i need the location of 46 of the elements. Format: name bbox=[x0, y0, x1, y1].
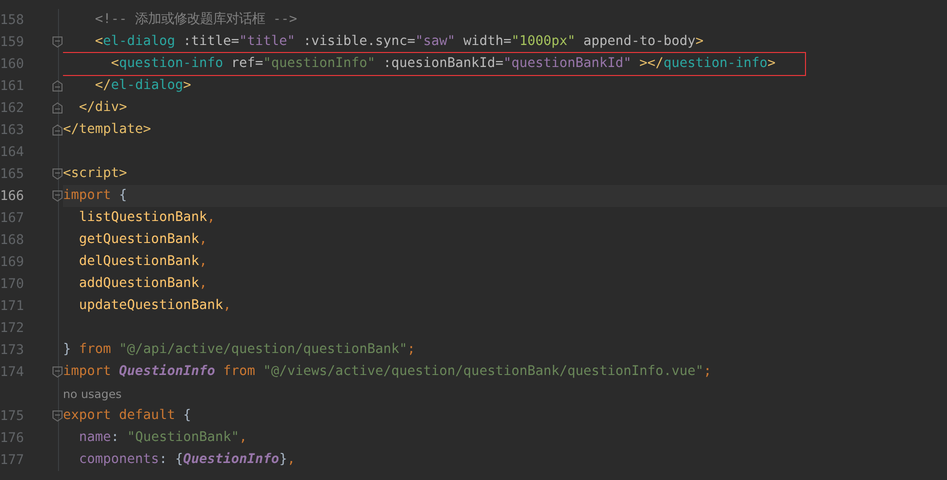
code-line: name: "QuestionBank", bbox=[78, 429, 248, 447]
line-number: 164 bbox=[0, 144, 24, 160]
code-line: </div> bbox=[78, 99, 128, 117]
line-number: 172 bbox=[0, 320, 24, 336]
fold-icon[interactable] bbox=[52, 410, 63, 422]
line-number: 165 bbox=[0, 166, 24, 182]
code-line: components: {QuestionInfo}, bbox=[78, 451, 296, 469]
line-number: 174 bbox=[0, 364, 24, 380]
line-number: 177 bbox=[0, 452, 24, 468]
code-line: </template> bbox=[63, 121, 152, 139]
fold-icon[interactable] bbox=[52, 168, 63, 180]
usage-hint: no usages bbox=[63, 387, 122, 401]
line-number: 167 bbox=[0, 210, 24, 226]
code-line: import QuestionInfo from "@/views/active/question/questionBank/questionInfo.vue"; bbox=[63, 363, 712, 381]
code-line: </el-dialog> bbox=[94, 77, 192, 95]
code-line: getQuestionBank, bbox=[78, 231, 208, 249]
code-line: <el-dialog :title="title" :visible.sync="saw" width="1000px" append-to-body> bbox=[94, 33, 704, 51]
code-line: <script> bbox=[63, 165, 128, 183]
line-number: 173 bbox=[0, 342, 24, 358]
code-line: import { bbox=[63, 187, 128, 205]
line-number: 158 bbox=[0, 12, 24, 28]
line-number: 170 bbox=[0, 276, 24, 292]
line-number: 168 bbox=[0, 232, 24, 248]
code-line: listQuestionBank, bbox=[78, 209, 216, 227]
code-line: updateQuestionBank, bbox=[78, 297, 232, 315]
fold-icon[interactable] bbox=[52, 36, 63, 48]
code-line: } from "@/api/active/question/questionBank"; bbox=[63, 341, 416, 359]
fold-icon[interactable] bbox=[52, 80, 63, 92]
fold-icon[interactable] bbox=[52, 366, 63, 378]
line-number: 161 bbox=[0, 78, 24, 94]
line-number: 166 bbox=[0, 188, 24, 204]
code-line: delQuestionBank, bbox=[78, 253, 208, 271]
line-number: 175 bbox=[0, 408, 24, 424]
line-number: 171 bbox=[0, 298, 24, 314]
line-number: 160 bbox=[0, 56, 24, 72]
line-number: 162 bbox=[0, 100, 24, 116]
fold-icon[interactable] bbox=[52, 124, 63, 136]
code-line: <!-- 添加或修改题库对话框 --> bbox=[94, 10, 298, 29]
line-number: 159 bbox=[0, 34, 24, 50]
code-line: export default { bbox=[63, 407, 192, 425]
fold-icon[interactable] bbox=[52, 190, 63, 202]
code-line: addQuestionBank, bbox=[78, 275, 208, 293]
line-number: 176 bbox=[0, 430, 24, 446]
line-number: 169 bbox=[0, 254, 24, 270]
line-number: 163 bbox=[0, 122, 24, 138]
fold-icon[interactable] bbox=[52, 102, 63, 114]
